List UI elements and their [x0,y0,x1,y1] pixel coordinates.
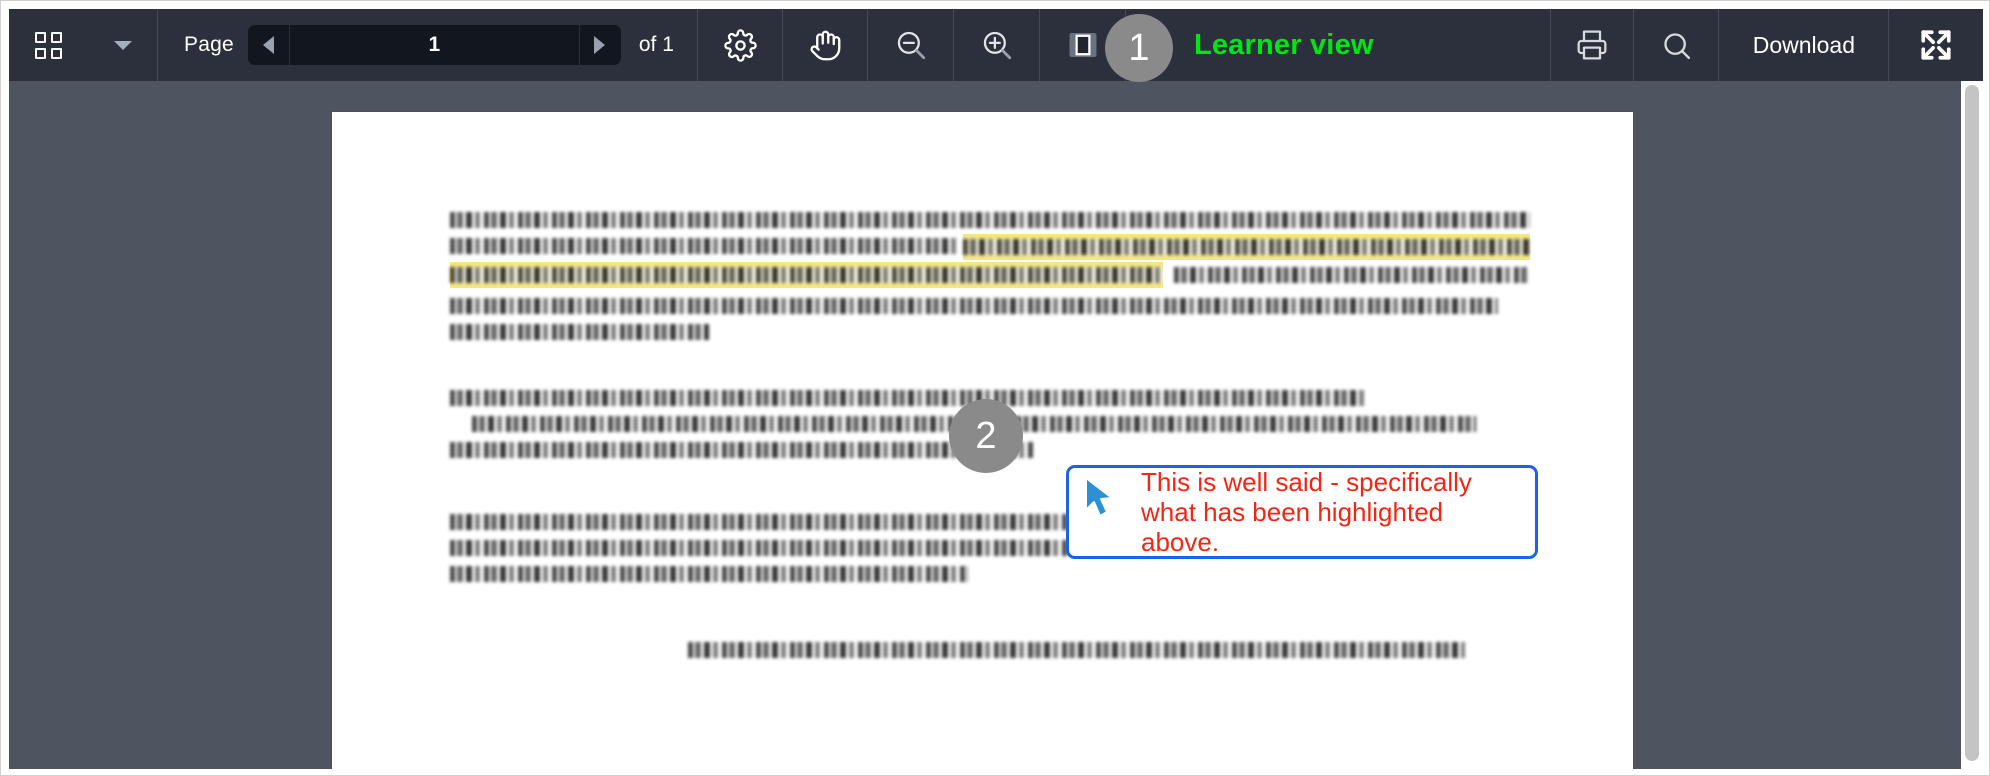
page-layout-icon [1069,32,1097,58]
search-button[interactable] [1634,9,1719,81]
step-badge-2: 2 [949,399,1023,473]
mouse-pointer-icon [1085,477,1113,517]
text-line [450,238,958,254]
view-dropdown-button[interactable] [88,9,158,81]
hand-icon [810,30,841,60]
page-label: Page [184,33,234,56]
annotation-callout-text: This is well said - specifically what ha… [1141,466,1472,558]
download-button[interactable]: Download [1719,9,1890,81]
next-page-button[interactable] [578,25,621,65]
triangle-left-icon [263,36,275,54]
text-line-row [450,262,1530,290]
page-label-cell: Page [158,9,244,81]
annotation-callout[interactable]: This is well said - specifically what ha… [1066,465,1538,559]
printer-icon [1577,30,1607,60]
text-line [450,212,1530,228]
scrollbar-thumb[interactable] [1965,85,1979,761]
zoom-in-button[interactable] [954,9,1040,81]
page-total-label: of 1 [638,33,674,56]
page-total-cell: of 1 [631,9,698,81]
text-line [687,642,1466,658]
gear-icon [724,28,757,62]
thumbnails-button[interactable] [9,9,88,81]
step-badge-1: 1 [1105,14,1173,82]
page-number-cell [289,25,579,65]
text-line [450,390,1368,406]
print-button[interactable] [1549,9,1634,81]
pan-tool-button[interactable] [783,9,868,81]
text-line [450,442,1034,458]
zoom-out-icon [897,31,926,60]
pdf-viewer-screen: Page of 1 [0,0,1990,776]
fullscreen-icon [1921,30,1951,60]
settings-button[interactable] [698,9,783,81]
text-line [450,298,1498,314]
learner-view-cell: Learner view [1172,9,1504,81]
text-line [450,324,710,340]
toolbar-spacer-right [1504,9,1550,81]
chevron-down-icon [114,40,132,50]
highlight-span [963,234,1530,260]
page-nav-cell [244,9,631,81]
search-icon [1664,32,1690,59]
pdf-toolbar: Page of 1 [9,9,1983,81]
grid-thumbnails-icon [35,31,62,59]
vertical-scrollbar[interactable] [1961,81,1983,769]
text-line [450,267,1163,283]
text-line-row [450,234,1530,264]
page-navigation-group [247,25,621,65]
paragraph [450,642,1530,658]
download-label: Download [1752,31,1855,58]
learner-view-label: Learner view [1193,28,1374,61]
highlight-span [450,262,1163,288]
zoom-in-icon [983,31,1012,60]
text-line [1173,267,1530,283]
fullscreen-button[interactable] [1889,9,1983,81]
page-number-input[interactable] [289,32,579,58]
zoom-out-button[interactable] [868,9,954,81]
triangle-right-icon [594,36,606,54]
previous-page-button[interactable] [248,25,290,65]
text-line [963,239,1530,255]
text-line [450,566,969,582]
paragraph [450,212,1530,340]
